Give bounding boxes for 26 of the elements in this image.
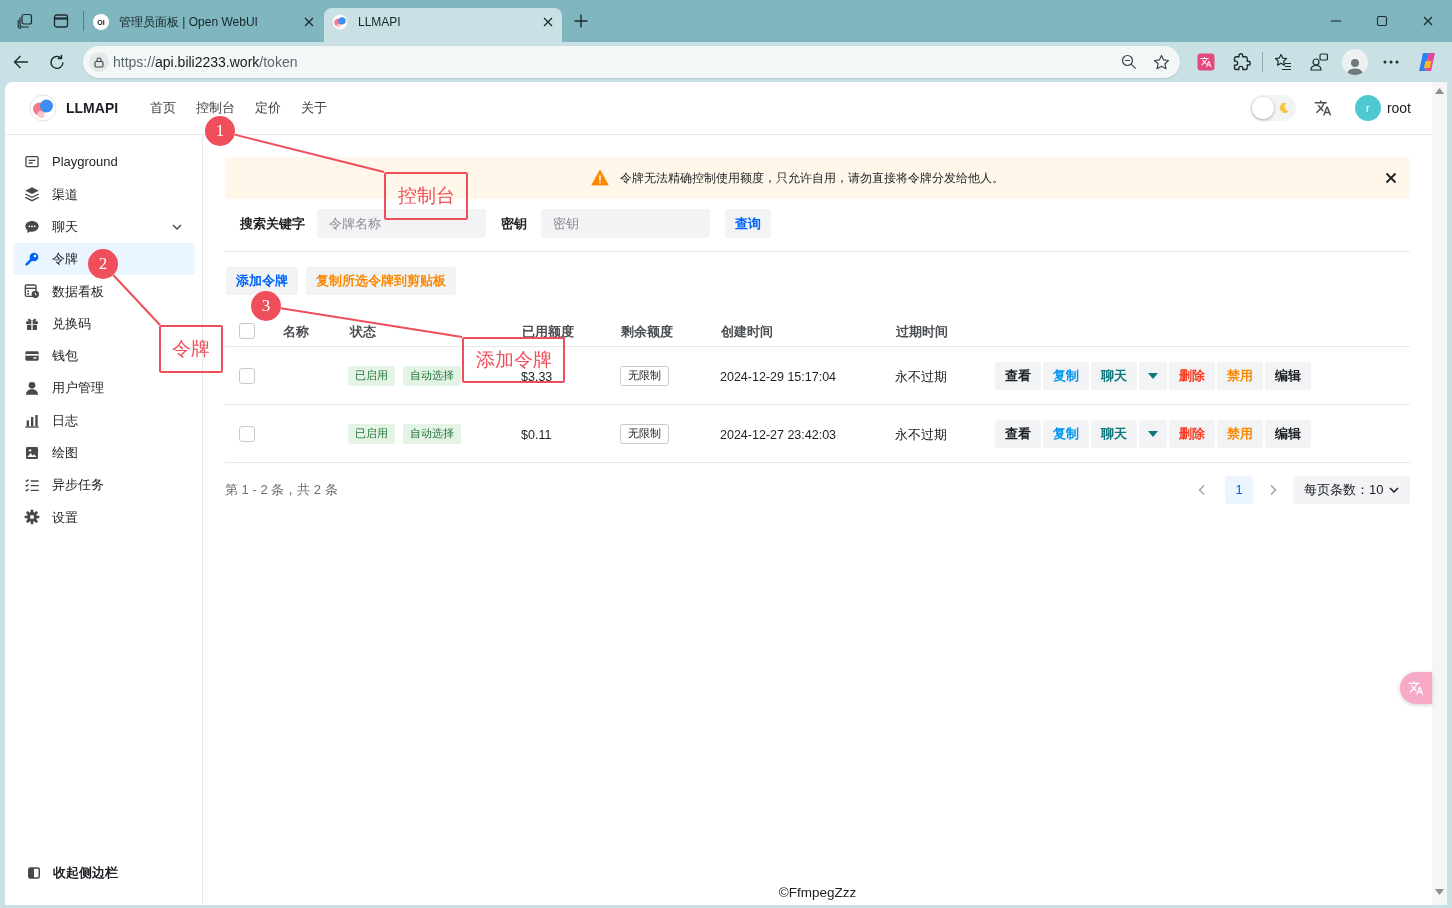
quota-tag: 无限制 [620, 365, 669, 386]
url-text: https://api.bili2233.work/token [113, 52, 298, 72]
table-cell: $3.33 [521, 369, 553, 384]
column-header: 名称 [283, 324, 309, 339]
notice-text: 令牌无法精确控制使用额度，只允许自用，请勿直接将令牌分发给他人。 [620, 169, 1004, 187]
table-cell: $0.11 [521, 427, 552, 442]
column-header: 过期时间 [896, 324, 948, 339]
table-cell: 永不过期 [895, 369, 947, 384]
table-cell: 2024-12-27 23:42:03 [720, 427, 837, 442]
brand-name: LLMAPI [66, 98, 119, 118]
pagination-summary: 第 1 - 2 条，共 2 条 [225, 481, 338, 500]
quota-tag: 无限制 [620, 423, 669, 444]
callout-label: 令牌 [159, 325, 223, 373]
table-cell: 2024-12-29 15:17:04 [720, 369, 837, 384]
column-header: 剩余额度 [621, 324, 673, 339]
status-tag: 自动选择 [403, 365, 461, 386]
table-cell: 永不过期 [895, 427, 947, 442]
status-tag: 自动选择 [403, 423, 461, 444]
field-label: 搜索关键字 [240, 214, 306, 233]
status-tag: 已启用 [348, 423, 395, 444]
column-header: 创建时间 [721, 324, 773, 339]
footer-text: ©FfmpegZzz [778, 884, 857, 902]
column-header: 状态 [350, 324, 376, 339]
callout-label: 控制台 [384, 172, 468, 220]
status-tag: 已启用 [348, 365, 395, 386]
field-label: 密钥 [501, 214, 528, 233]
